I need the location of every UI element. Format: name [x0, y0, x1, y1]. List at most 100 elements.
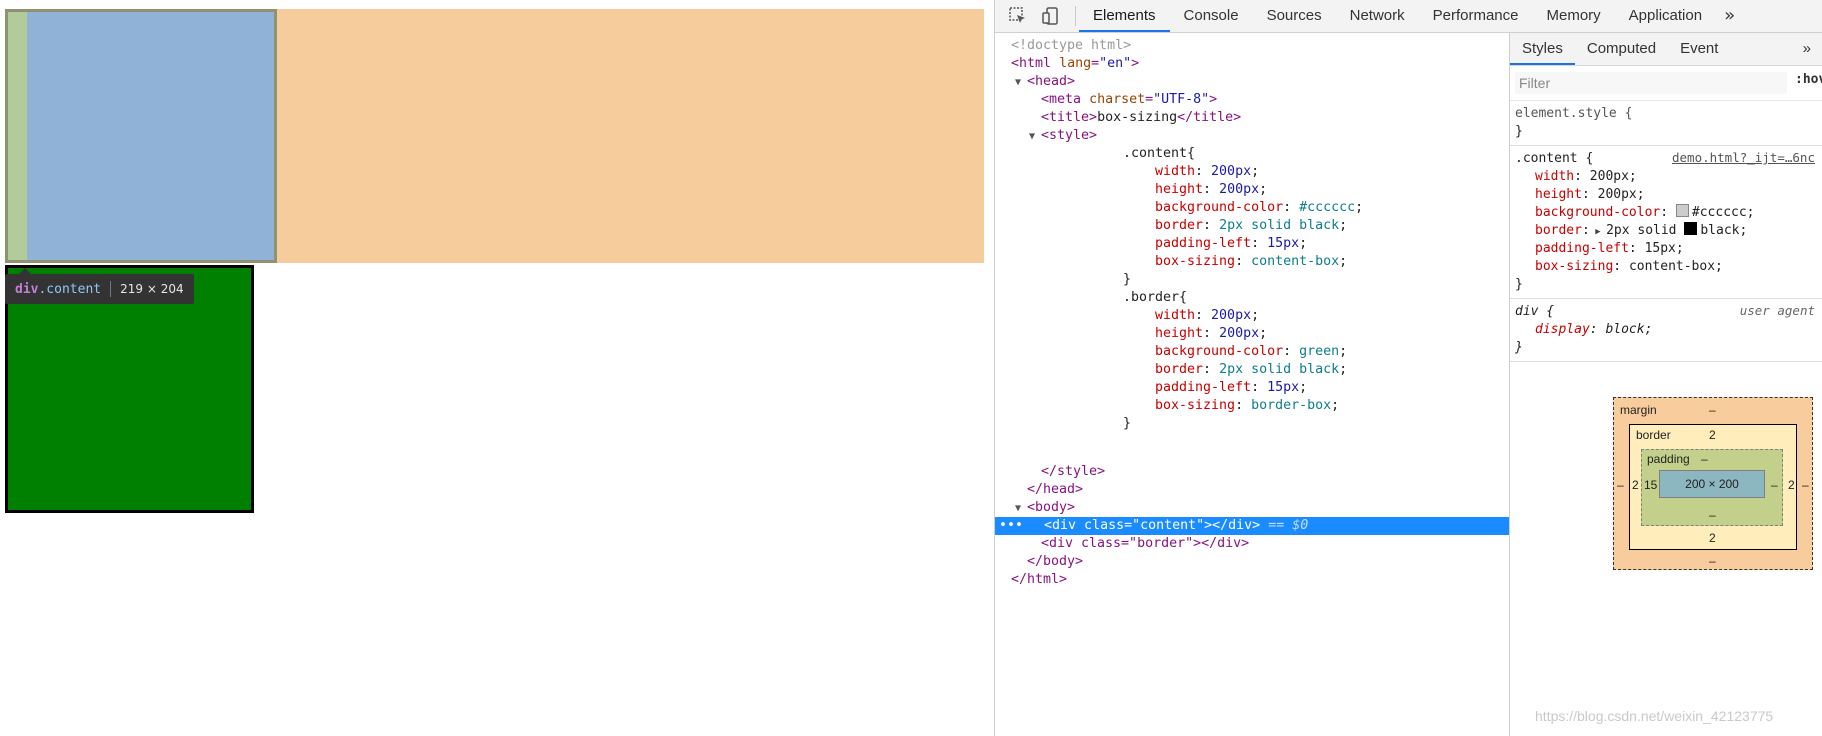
title-tag: title [1049, 110, 1090, 125]
lang-value: "en" [1099, 56, 1132, 71]
meta-tag: meta [1049, 92, 1082, 107]
css-prop: padding-left [1155, 380, 1252, 395]
css-prop: box-sizing [1155, 254, 1236, 269]
tree-line-html-open[interactable]: <html lang="en"> [995, 55, 1509, 73]
css-val: 2px solid black [1219, 362, 1340, 377]
tab-network[interactable]: Network [1336, 0, 1419, 32]
tree-line-style-close[interactable]: </style> [995, 463, 1509, 481]
lang-attr: lang [1059, 56, 1092, 71]
tree-line-doctype[interactable]: <!doctype html> [995, 37, 1509, 55]
css-decl: background-color: green; [1155, 344, 1348, 359]
doctype-text: <!doctype html> [1011, 38, 1132, 53]
padding-right-value[interactable]: – [1771, 478, 1778, 492]
border-bottom-value[interactable]: 2 [1709, 531, 1716, 545]
margin-bottom-value[interactable]: – [1709, 554, 1716, 568]
tab-sources[interactable]: Sources [1253, 0, 1336, 32]
tab-console[interactable]: Console [1170, 0, 1253, 32]
devtools-panel: Elements Console Sources Network Perform… [994, 0, 1822, 736]
expand-triangle-icon[interactable]: ▼ [1029, 128, 1041, 146]
elements-tree: <!doctype html> <html lang="en"> ▼ <head>… [995, 33, 1509, 736]
html-tag: html [1019, 56, 1052, 71]
tree-line-border-div[interactable]: <div class="border"></div> [995, 535, 1509, 553]
head-close-tag: /head [1035, 482, 1076, 497]
css-prop: height [1155, 326, 1204, 341]
tooltip-class-name: .content [38, 281, 102, 297]
margin-left-value[interactable]: – [1617, 478, 1624, 492]
tree-line-meta[interactable]: <meta charset="UTF-8"> [995, 91, 1509, 109]
css-prop: height [1155, 182, 1204, 197]
css-val: border-box [1251, 398, 1332, 413]
tooltip-size: 219 × 204 [120, 282, 184, 296]
tree-line-title[interactable]: <title>box-sizing</title> [995, 109, 1509, 127]
tab-application[interactable]: Application [1615, 0, 1716, 32]
css-close-brace: } [995, 415, 1509, 433]
close-brace: } [1123, 416, 1132, 431]
css-decl: padding-left: 15px; [1155, 380, 1308, 395]
box-model-diagram: margin – – – – border 2 2 2 2 padding – … [1510, 33, 1822, 593]
device-toolbar-icon[interactable] [1041, 6, 1061, 26]
border-left-value[interactable]: 2 [1632, 478, 1639, 492]
tree-line-head-close[interactable]: </head> [995, 481, 1509, 499]
style-tag: style [1049, 128, 1090, 143]
tree-line-body-close[interactable]: </body> [995, 553, 1509, 571]
margin-right-value[interactable]: – [1802, 478, 1809, 492]
tab-performance[interactable]: Performance [1419, 0, 1533, 32]
title-text: box-sizing [1097, 110, 1178, 125]
css-val: 200px [1211, 164, 1252, 179]
tab-memory[interactable]: Memory [1533, 0, 1615, 32]
css-val: #cccccc [1299, 200, 1356, 215]
css-prop: box-sizing [1155, 398, 1236, 413]
element-inspect-tooltip: div .content 219 × 204 [5, 268, 194, 304]
content-selector-text: .content{ [1123, 146, 1196, 161]
css-decl: width: 200px; [1155, 308, 1260, 323]
charset-attr: charset [1089, 92, 1146, 107]
padding-bottom-value[interactable]: – [1709, 508, 1716, 522]
inspect-element-icon[interactable] [1008, 6, 1028, 26]
tooltip-separator [110, 281, 112, 297]
content-div-highlight[interactable] [5, 9, 277, 263]
title-tag-close: title [1193, 110, 1234, 125]
charset-value: "UTF-8" [1153, 92, 1210, 107]
body-close-tag: /body [1035, 554, 1076, 569]
console-ref-hint: == $0 [1268, 518, 1309, 533]
head-tag: head [1035, 74, 1068, 89]
css-decl: box-sizing: border-box; [1155, 398, 1340, 413]
css-prop: padding-left [1155, 236, 1252, 251]
style-close-tag: /style [1049, 464, 1098, 479]
padding-top-value[interactable]: – [1701, 452, 1708, 466]
css-prop: background-color [1155, 200, 1284, 215]
page-viewport: div .content 219 × 204 [0, 0, 993, 736]
css-prop: background-color [1155, 344, 1284, 359]
body-tag: body [1035, 500, 1068, 515]
css-val: 15px [1267, 236, 1300, 251]
css-val: green [1299, 344, 1340, 359]
tree-line-html-close[interactable]: </html> [995, 571, 1509, 589]
css-prop: width [1155, 164, 1196, 179]
margin-top-value[interactable]: – [1709, 403, 1716, 417]
tab-elements[interactable]: Elements [1079, 0, 1170, 32]
tree-line-body-open[interactable]: ▼ <body> [995, 499, 1509, 517]
expand-triangle-icon[interactable]: ▼ [1015, 500, 1027, 518]
css-val: 2px solid black [1219, 218, 1340, 233]
expand-triangle-icon[interactable]: ▼ [1015, 74, 1027, 92]
css-close-brace: } [995, 271, 1509, 289]
css-val: 15px [1267, 380, 1300, 395]
padding-left-value[interactable]: 15 [1644, 478, 1657, 492]
padding-label: padding [1647, 452, 1690, 466]
more-tabs-chevron-icon[interactable]: » [1716, 0, 1743, 32]
css-val: 200px [1219, 182, 1260, 197]
more-actions-icon[interactable]: ••• [995, 518, 1023, 533]
css-prop: border [1155, 218, 1204, 233]
tree-line-style-open[interactable]: ▼ <style> [995, 127, 1509, 145]
border-top-value[interactable]: 2 [1709, 428, 1716, 442]
css-decl: height: 200px; [1155, 182, 1268, 197]
margin-label: margin [1620, 403, 1657, 417]
tree-line-selected-content-div[interactable]: ••• <div class="content"></div> == $0 [995, 517, 1509, 535]
border-right-value[interactable]: 2 [1788, 478, 1795, 492]
css-decl: width: 200px; [1155, 164, 1260, 179]
css-content-selector: .content{ [995, 145, 1509, 163]
box-model-content[interactable]: 200 × 200 [1659, 470, 1765, 498]
css-prop: width [1155, 308, 1196, 323]
tree-line-head-open[interactable]: ▼ <head> [995, 73, 1509, 91]
css-decl: background-color: #cccccc; [1155, 200, 1364, 215]
